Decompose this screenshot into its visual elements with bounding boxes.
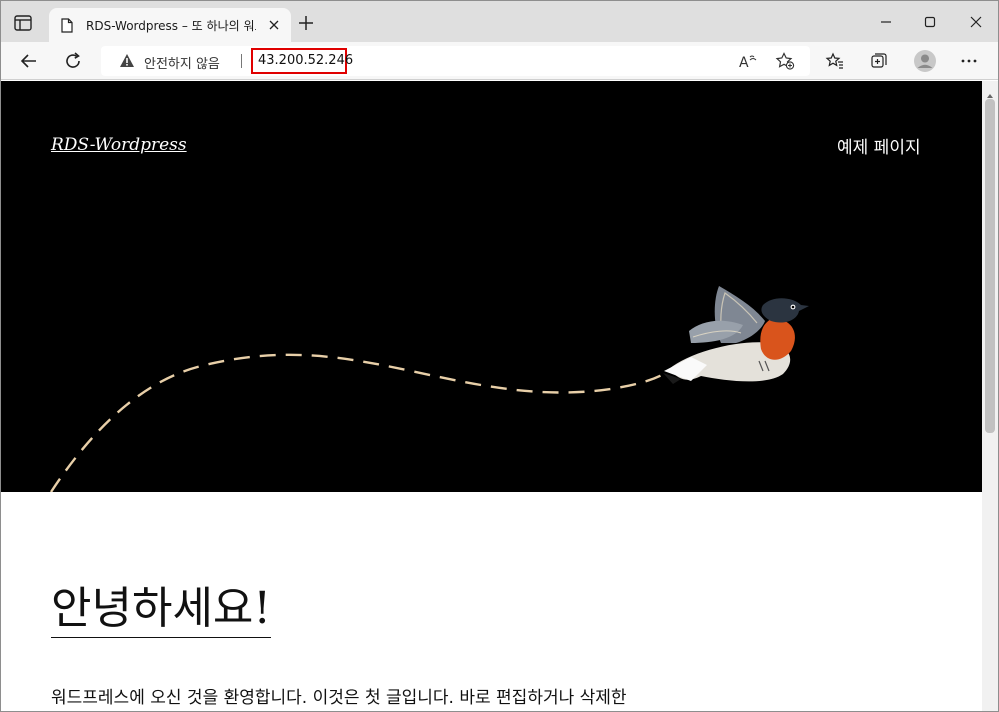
close-window-icon[interactable] xyxy=(965,11,987,33)
tab-title: RDS-Wordpress – 또 하나의 워드프레스 사이트 xyxy=(86,19,256,33)
warning-icon[interactable] xyxy=(119,53,135,72)
profile-avatar-icon[interactable] xyxy=(913,49,937,73)
post-title-link[interactable]: 안녕하세요! xyxy=(51,581,272,638)
post-body-text: 워드프레스에 오신 것을 환영합니다. 이것은 첫 글입니다. 바로 편집하거나… xyxy=(51,688,627,708)
back-icon[interactable] xyxy=(19,51,39,71)
tab-actions-icon[interactable] xyxy=(14,15,32,31)
new-tab-icon[interactable] xyxy=(297,14,315,32)
maximize-icon[interactable] xyxy=(919,11,941,33)
url-highlight[interactable]: 43.200.52.246 xyxy=(251,48,353,74)
collections-icon[interactable] xyxy=(869,51,889,71)
url-text[interactable]: 43.200.52.246 xyxy=(258,53,353,68)
scrollbar-thumb[interactable] xyxy=(985,99,995,433)
address-bar[interactable]: 안전하지 않음 43.200.52.246 A xyxy=(101,46,810,76)
refresh-icon[interactable] xyxy=(63,51,83,71)
favorites-icon[interactable] xyxy=(825,51,845,71)
scroll-up-icon[interactable] xyxy=(986,85,994,98)
page-icon xyxy=(61,18,73,37)
close-tab-icon[interactable] xyxy=(265,16,283,34)
site-title-link[interactable]: RDS-Wordpress xyxy=(51,135,187,155)
tab-strip: RDS-Wordpress – 또 하나의 워드프레스 사이트 xyxy=(1,1,998,42)
security-label[interactable]: 안전하지 않음 xyxy=(144,53,220,72)
vertical-scrollbar[interactable] xyxy=(982,81,998,711)
add-favorite-icon[interactable] xyxy=(775,52,795,70)
more-options-icon[interactable] xyxy=(959,51,979,71)
address-separator xyxy=(241,54,242,68)
svg-text:A: A xyxy=(739,55,749,70)
minimize-icon[interactable] xyxy=(875,11,897,33)
browser-window: RDS-Wordpress – 또 하나의 워드프레스 사이트 xyxy=(0,0,999,712)
browser-tab[interactable]: RDS-Wordpress – 또 하나의 워드프레스 사이트 xyxy=(49,8,291,42)
browser-toolbar: 안전하지 않음 43.200.52.246 A xyxy=(1,42,998,80)
page-viewport: RDS-Wordpress 예제 페이지 안녕하세요! 워드프레스에 오신 것을… xyxy=(1,81,982,711)
read-aloud-icon[interactable]: A xyxy=(738,52,758,71)
hero-header: RDS-Wordpress 예제 페이지 xyxy=(1,81,982,492)
nav-example-page-link[interactable]: 예제 페이지 xyxy=(837,133,921,158)
